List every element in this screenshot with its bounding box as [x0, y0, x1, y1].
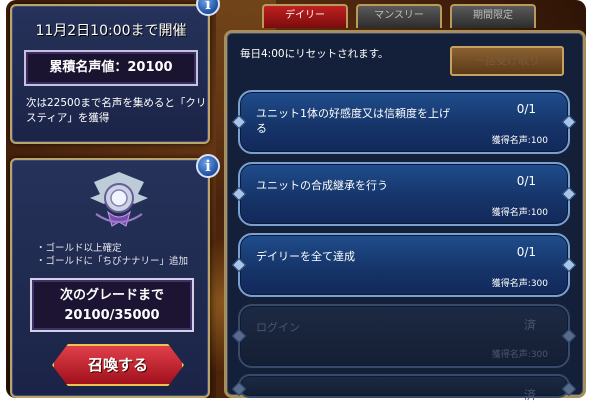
next-reward-note: 次は22500まで名声を集めると「クリスティア」を獲得	[26, 97, 207, 124]
summon-button[interactable]: 召喚する	[52, 344, 184, 386]
grade-guarantee-line: ・ゴールド以上確定	[36, 243, 122, 254]
mission-progress: 0/1	[516, 102, 536, 116]
mission-item-completed[interactable]: ログイン 済 獲得名声:300	[231, 304, 577, 368]
mission-progress: 0/1	[516, 174, 536, 188]
mission-progress: 済	[523, 318, 536, 332]
reset-note: 毎日4:00にリセットされます。	[240, 48, 389, 60]
mission-reward: 獲得名声:100	[491, 136, 548, 146]
event-deadline: 11月2日10:00まで開催	[35, 23, 187, 39]
mission-item[interactable]: デイリーを全て達成 0/1 獲得名声:300	[231, 233, 577, 297]
mission-title: ログイン	[256, 321, 300, 334]
summon-info-icon[interactable]: i	[196, 154, 220, 178]
next-grade-value: 20100/35000	[64, 308, 160, 323]
tab-limited[interactable]: 期間限定	[450, 4, 536, 28]
mission-title: ユニットの合成継承を行う	[256, 179, 388, 192]
mission-title: デイリーを全て達成	[256, 250, 355, 263]
claim-all-button[interactable]: 一括受け取り	[450, 46, 564, 76]
next-grade-box: 次のグレードまで 20100/35000	[30, 278, 194, 332]
mission-item[interactable]: ユニット1体の好感度又は信頼度を上げる 0/1 獲得名声:100	[231, 90, 577, 154]
mission-item[interactable]: ユニットの合成継承を行う 0/1 獲得名声:100	[231, 162, 577, 226]
tab-monthly[interactable]: マンスリー	[356, 4, 442, 28]
mission-title: ユニット1体の好感度又は信頼度を上げる	[256, 107, 450, 135]
mission-progress: 0/1	[516, 245, 536, 259]
mission-progress: 済	[523, 388, 536, 402]
mission-reward: 獲得名声:100	[491, 208, 548, 218]
mission-reward: 獲得名声:300	[491, 350, 548, 360]
next-grade-label: 次のグレードまで	[59, 288, 164, 303]
grade-emblem-icon	[90, 172, 148, 227]
grade-bonus-line: ・ゴールドに「ちびナナリー」追加	[36, 256, 189, 267]
tab-daily[interactable]: デイリー	[262, 4, 348, 28]
mission-item-completed[interactable]: 済	[231, 374, 577, 402]
mission-reward: 獲得名声:300	[491, 279, 548, 289]
fame-total-box: 累積名声値：20100	[24, 50, 198, 86]
